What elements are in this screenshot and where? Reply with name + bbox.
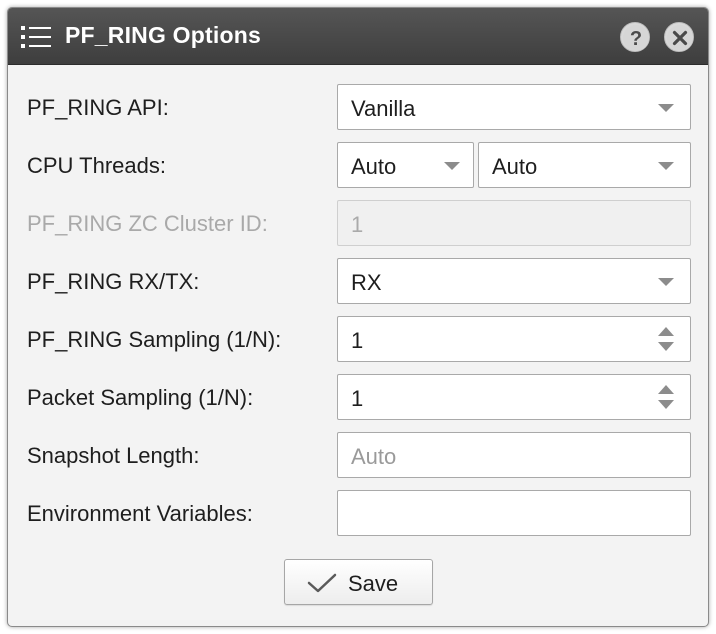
chevron-down-icon bbox=[444, 162, 460, 170]
cpu-threads-label: CPU Threads: bbox=[27, 153, 166, 178]
help-button[interactable]: ? bbox=[620, 22, 650, 52]
pf-ring-options-dialog: PF_RING Options ? PF_RING API: Vanilla C… bbox=[7, 7, 709, 627]
close-button[interactable] bbox=[664, 22, 694, 52]
chevron-down-icon bbox=[658, 162, 674, 170]
zc-cluster-id-value: 1 bbox=[351, 212, 364, 237]
help-icon: ? bbox=[623, 25, 649, 51]
list-icon bbox=[21, 26, 51, 48]
api-select[interactable]: Vanilla bbox=[337, 84, 691, 130]
chevron-down-icon bbox=[658, 278, 674, 286]
window-title: PF_RING Options bbox=[65, 22, 261, 48]
save-button[interactable]: Save bbox=[284, 559, 433, 605]
packet-sampling-value: 1 bbox=[351, 386, 364, 411]
chevron-down-icon bbox=[658, 104, 674, 112]
rxtx-value: RX bbox=[351, 270, 382, 295]
rxtx-label: PF_RING RX/TX: bbox=[27, 269, 200, 294]
cpu-threads-value-1: Auto bbox=[351, 154, 397, 179]
save-button-label: Save bbox=[348, 571, 399, 596]
svg-text:?: ? bbox=[630, 28, 642, 50]
spinner-arrows-icon[interactable] bbox=[656, 327, 676, 353]
close-icon bbox=[667, 25, 693, 51]
cpu-threads-select-2[interactable]: Auto bbox=[478, 142, 691, 188]
environment-variables-input[interactable] bbox=[337, 490, 691, 536]
api-label: PF_RING API: bbox=[27, 95, 169, 120]
packet-sampling-stepper[interactable]: 1 bbox=[337, 374, 691, 420]
checkmark-icon bbox=[307, 573, 337, 593]
rxtx-select[interactable]: RX bbox=[337, 258, 691, 304]
spin-down-icon[interactable] bbox=[658, 342, 674, 351]
cpu-threads-select-1[interactable]: Auto bbox=[337, 142, 474, 188]
environment-variables-label: Environment Variables: bbox=[27, 501, 253, 526]
spinner-arrows-icon[interactable] bbox=[656, 385, 676, 411]
pf-ring-sampling-label: PF_RING Sampling (1/N): bbox=[27, 327, 282, 352]
packet-sampling-label: Packet Sampling (1/N): bbox=[27, 385, 254, 410]
snapshot-length-placeholder: Auto bbox=[351, 444, 397, 469]
spin-down-icon[interactable] bbox=[658, 400, 674, 409]
snapshot-length-label: Snapshot Length: bbox=[27, 443, 200, 468]
zc-cluster-id-input: 1 bbox=[337, 200, 691, 246]
zc-cluster-id-label: PF_RING ZC Cluster ID: bbox=[27, 211, 268, 236]
spin-up-icon[interactable] bbox=[658, 385, 674, 394]
cpu-threads-value-2: Auto bbox=[492, 154, 538, 179]
pf-ring-sampling-stepper[interactable]: 1 bbox=[337, 316, 691, 362]
title-bar[interactable]: PF_RING Options ? bbox=[8, 8, 708, 65]
snapshot-length-input[interactable]: Auto bbox=[337, 432, 691, 478]
api-value: Vanilla bbox=[351, 96, 416, 121]
pf-ring-sampling-value: 1 bbox=[351, 328, 364, 353]
spin-up-icon[interactable] bbox=[658, 327, 674, 336]
